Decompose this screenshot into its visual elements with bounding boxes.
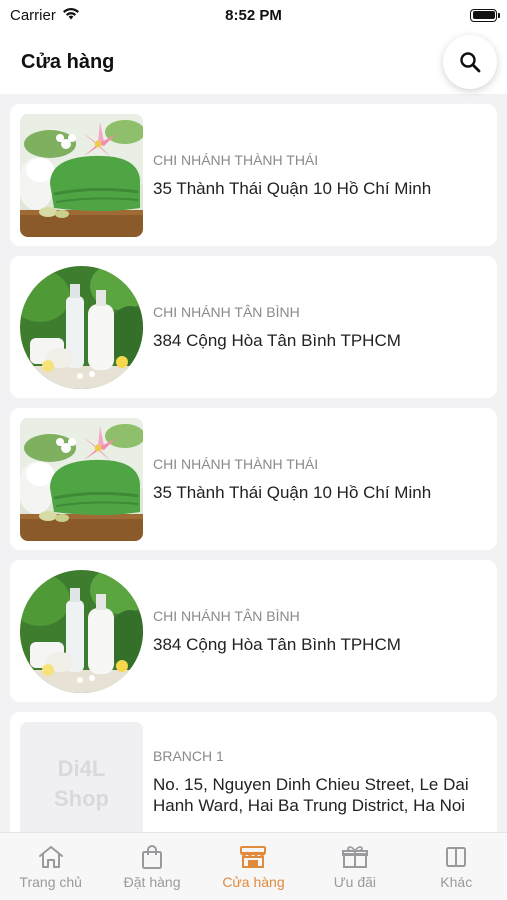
tab-stores[interactable]: Cửa hàng <box>205 845 301 890</box>
store-image-placeholder: Di4L Shop <box>20 722 143 832</box>
placeholder-logo-line2: Shop <box>54 785 109 811</box>
store-card[interactable]: CHI NHÁNH TÂN BÌNH 384 Cộng Hòa Tân Bình… <box>10 256 497 398</box>
tab-home[interactable]: Trang chủ <box>3 845 99 890</box>
wifi-icon <box>62 7 80 24</box>
home-icon <box>38 846 63 868</box>
tab-label: Trang chủ <box>19 874 82 890</box>
search-button[interactable] <box>443 35 497 89</box>
header: Cửa hàng <box>0 30 507 94</box>
branch-name: BRANCH 1 <box>153 748 224 764</box>
branch-address: No. 15, Nguyen Dinh Chieu Street, Le Dai… <box>153 775 469 815</box>
gift-icon <box>341 846 368 868</box>
more-panel-icon <box>446 847 467 867</box>
tab-offers[interactable]: Ưu đãi <box>307 845 403 890</box>
branch-name: CHI NHÁNH TÂN BÌNH <box>153 607 300 624</box>
branch-address: 35 Thành Thái Quận 10 Hồ Chí Minh <box>153 482 432 502</box>
tab-order[interactable]: Đặt hàng <box>104 845 200 890</box>
store-list[interactable]: CHI NHÁNH THÀNH THÁI 35 Thành Thái Quận … <box>0 94 507 832</box>
search-icon <box>460 52 481 73</box>
branch-address: 35 Thành Thái Quận 10 Hồ Chí Minh <box>153 178 432 198</box>
branch-address: 384 Cộng Hòa Tân Bình TPHCM <box>153 330 401 350</box>
store-card[interactable]: CHI NHÁNH TÂN BÌNH 384 Cộng Hòa Tân Bình… <box>10 560 497 702</box>
store-image-spa-towel-orchid <box>20 417 143 541</box>
status-bar: Carrier 8:52 PM <box>0 0 507 30</box>
store-card[interactable]: Di4L Shop BRANCH 1 No. 15, Nguyen Dinh C… <box>10 712 497 832</box>
branch-address: 384 Cộng Hòa Tân Bình TPHCM <box>153 634 401 654</box>
placeholder-logo-line1: Di4L <box>57 755 106 781</box>
shopping-bag-icon <box>142 845 163 869</box>
store-image-cosmetic-bottles <box>20 265 143 389</box>
branch-name: CHI NHÁNH THÀNH THÁI <box>153 151 319 168</box>
branch-name: CHI NHÁNH THÀNH THÁI <box>153 455 319 472</box>
carrier-label: Carrier <box>10 6 56 24</box>
store-card[interactable]: CHI NHÁNH THÀNH THÁI 35 Thành Thái Quận … <box>10 408 497 550</box>
bottom-tab-bar: Trang chủ Đặt hàng Cửa hàng Ưu đãi Khác <box>0 832 507 900</box>
store-image-cosmetic-bottles <box>20 569 143 693</box>
store-icon <box>240 846 267 868</box>
page-title: Cửa hàng <box>21 50 115 73</box>
branch-name: CHI NHÁNH TÂN BÌNH <box>153 303 300 320</box>
battery-icon <box>470 8 500 22</box>
tab-label: Cửa hàng <box>222 874 285 890</box>
tab-label: Khác <box>440 874 473 890</box>
store-image-spa-towel-orchid <box>20 113 143 237</box>
tab-more[interactable]: Khác <box>408 845 504 890</box>
tab-label: Ưu đãi <box>333 874 377 890</box>
tab-label: Đặt hàng <box>123 874 181 890</box>
store-card[interactable]: CHI NHÁNH THÀNH THÁI 35 Thành Thái Quận … <box>10 104 497 246</box>
